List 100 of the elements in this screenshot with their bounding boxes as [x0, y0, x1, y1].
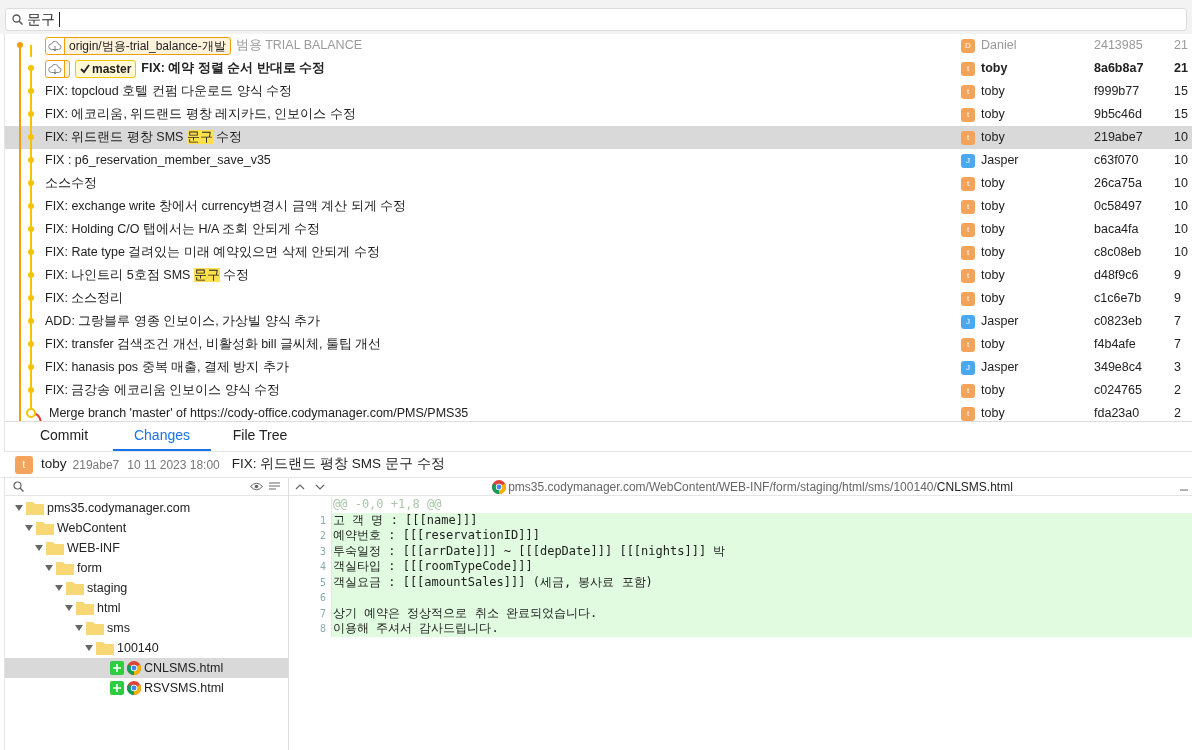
- commit-row[interactable]: FIX: Holding C/O 탭에서는 H/A 조회 안되게 수정 t toby baca4fa 10: [5, 218, 1192, 241]
- folder-tree-item[interactable]: form: [5, 558, 288, 578]
- cloud-icon: [48, 62, 62, 75]
- folder-tree-item[interactable]: 100140: [5, 638, 288, 658]
- commit-message: FIX: Holding C/O 탭에서는 H/A 조회 안되게 수정: [45, 221, 320, 239]
- file-tree-item[interactable]: RSVSMS.html: [5, 678, 288, 698]
- author-name: Daniel: [981, 37, 1017, 55]
- author-name: toby: [981, 382, 1005, 400]
- commit-date: 3: [1174, 359, 1181, 377]
- commit-row[interactable]: FIX: transfer 검색조건 개선, 비활성화 bill 글씨체, 툴팁 개선 t toby f4b4afe 7: [5, 333, 1192, 356]
- commit-hash: 26ca75a: [1094, 175, 1143, 193]
- commit-hash: baca4fa: [1094, 221, 1140, 239]
- commit-hash: 0c58497: [1094, 198, 1143, 216]
- commit-date: 15: [1174, 83, 1188, 101]
- expanded-caret-icon[interactable]: [35, 544, 43, 552]
- commit-message: FIX: topcloud 호텔 컨펌 다운로드 양식 수정: [45, 83, 292, 101]
- commit-message: ADD: 그랑블루 영종 인보이스, 가상빌 양식 추가: [45, 313, 321, 331]
- avatar-icon: J: [961, 314, 975, 329]
- commit-message: FIX: 예약 정렬 순서 반대로 수정: [141, 60, 326, 78]
- commit-message: FIX: transfer 검색조건 개선, 비활성화 bill 글씨체, 툴팁 개선: [45, 336, 382, 354]
- commit-hash: c1c6e7b: [1094, 290, 1143, 308]
- commit-row[interactable]: FIX: 에코리움, 위드랜드 평창 레지카드, 인보이스 수정 t toby 9b5c46d 15: [5, 103, 1192, 126]
- commit-message: FIX: 위드랜드 평창 SMS 문구 수정: [45, 129, 243, 147]
- commit-hash: 219abe7: [1094, 129, 1144, 147]
- file-path: pms35.codymanager.com/WebContent/WEB-INF/form/staging/html/sms/100140/CNLSMS.html: [508, 478, 1013, 496]
- avatar-icon: J: [961, 360, 975, 375]
- avatar-icon: t: [15, 455, 33, 474]
- commit-hash: d48f9c6: [1094, 267, 1140, 285]
- folder-tree-item[interactable]: html: [5, 598, 288, 618]
- browser-logo-icon: [492, 479, 507, 494]
- commit-hash: c8c08eb: [1094, 244, 1143, 262]
- folder-icon: [36, 521, 54, 535]
- commit-date: 9: [1174, 290, 1181, 308]
- author-name: Jasper: [981, 313, 1019, 331]
- expanded-caret-icon[interactable]: [65, 604, 73, 612]
- commit-hash: c63f070: [1094, 152, 1140, 170]
- commit-row[interactable]: FIX : p6_reservation_member_save_v35 J Jasper c63f070 10: [5, 149, 1192, 172]
- commit-message: FIX : p6_reservation_member_save_v35: [45, 152, 271, 170]
- avatar-icon: t: [961, 130, 975, 145]
- commit-date: 7: [1174, 313, 1181, 331]
- expanded-caret-icon[interactable]: [85, 644, 93, 652]
- expanded-caret-icon[interactable]: [45, 564, 53, 572]
- avatar-icon: t: [961, 199, 975, 214]
- commit-row[interactable]: FIX: 나인트리 5호점 SMS 문구 수정 t toby d48f9c6 9: [5, 264, 1192, 287]
- branch-tag[interactable]: master: [75, 59, 137, 78]
- folder-tree-item[interactable]: WEB-INF: [5, 538, 288, 558]
- commit-message: FIX: 에코리움, 위드랜드 평창 레지카드, 인보이스 수정: [45, 106, 356, 124]
- folder-tree-item[interactable]: WebContent: [5, 518, 288, 538]
- avatar-icon: t: [961, 291, 975, 306]
- author-name: toby: [981, 175, 1005, 193]
- commit-row[interactable]: origin/범용-trial_balance-개발 범용 TRIAL BALANCE D Daniel 2413985 21: [5, 34, 1192, 57]
- search-icon: [12, 14, 23, 25]
- commit-hash: fda23a0: [1094, 405, 1141, 421]
- remote-branch-tag[interactable]: origin/범용-trial_balance-개발: [45, 36, 231, 55]
- cloud-icon: [48, 39, 62, 52]
- commit-row[interactable]: FIX: hanasis pos 중복 매출, 결제 방지 추가 J Jasper 349e8c4 3: [5, 356, 1192, 379]
- commit-message: FIX: 나인트리 5호점 SMS 문구 수정: [45, 267, 250, 285]
- commit-row[interactable]: 소스수정 t toby 26ca75a 10: [5, 172, 1192, 195]
- commit-hash: 2413985: [1094, 37, 1144, 55]
- expanded-caret-icon[interactable]: [75, 624, 83, 632]
- tab[interactable]: Commit: [15, 422, 113, 451]
- commit-message: FIX: 소스정리: [45, 290, 124, 308]
- folder-tree-item[interactable]: sms: [5, 618, 288, 638]
- commit-row[interactable]: master FIX: 예약 정렬 순서 반대로 수정 t toby 8a6b8a7 21: [5, 57, 1192, 80]
- check-icon: [80, 63, 90, 74]
- expanded-caret-icon[interactable]: [55, 584, 63, 592]
- tab[interactable]: Changes: [113, 422, 211, 451]
- commit-row[interactable]: Merge branch 'master' of https://cody-office.codymanager.com/PMS/PMS35 t toby fda23a0 2: [5, 402, 1192, 421]
- commit-message: 소스수정: [45, 175, 97, 193]
- folder-icon: [26, 501, 44, 515]
- avatar-icon: t: [961, 245, 975, 260]
- eye-icon[interactable]: [250, 482, 263, 491]
- commit-row[interactable]: ADD: 그랑블루 영종 인보이스, 가상빌 양식 추가 J Jasper c0823eb 7: [5, 310, 1192, 333]
- commit-row[interactable]: FIX: topcloud 호텔 컨펌 다운로드 양식 수정 t toby f999b77 15: [5, 80, 1192, 103]
- folder-icon: [86, 621, 104, 635]
- commit-date: 2: [1174, 382, 1181, 400]
- avatar-icon: t: [961, 61, 975, 76]
- commit-hash: 219abe7: [72, 456, 120, 474]
- commit-row[interactable]: FIX: exchange write 창에서 currency변경시 금액 계산 되게 수정 t toby 0c58497 10: [5, 195, 1192, 218]
- commit-hash: f999b77: [1094, 83, 1141, 101]
- expanded-caret-icon[interactable]: [15, 504, 23, 512]
- file-tree-item[interactable]: CNLSMS.html: [5, 658, 288, 678]
- folder-tree-item[interactable]: staging: [5, 578, 288, 598]
- commit-row[interactable]: FIX: 소스정리 t toby c1c6e7b 9: [5, 287, 1192, 310]
- commit-date: 21: [1174, 37, 1188, 55]
- folder-tree-item[interactable]: pms35.codymanager.com: [5, 498, 288, 518]
- avatar-icon: t: [961, 406, 975, 421]
- tab[interactable]: File Tree: [211, 422, 309, 451]
- search-icon[interactable]: [13, 481, 24, 492]
- remote-branch-tag[interactable]: [45, 59, 70, 78]
- search-field[interactable]: 문구: [5, 8, 1187, 31]
- folder-icon: [56, 561, 74, 575]
- commit-message: FIX: 금강송 에코리움 인보이스 양식 수정: [45, 382, 281, 400]
- commit-message: FIX: Rate type 걸려있는 미래 예약있으면 삭제 안되게 수정: [45, 244, 380, 262]
- commit-row[interactable]: FIX: Rate type 걸려있는 미래 예약있으면 삭제 안되게 수정 t toby c8c08eb 10: [5, 241, 1192, 264]
- commit-row[interactable]: FIX: 금강송 에코리움 인보이스 양식 수정 t toby c024765 2: [5, 379, 1192, 402]
- expanded-caret-icon[interactable]: [25, 524, 33, 532]
- commit-row[interactable]: FIX: 위드랜드 평창 SMS 문구 수정 t toby 219abe7 10: [5, 126, 1192, 149]
- author-name: toby: [981, 83, 1005, 101]
- avatar-icon: t: [961, 107, 975, 122]
